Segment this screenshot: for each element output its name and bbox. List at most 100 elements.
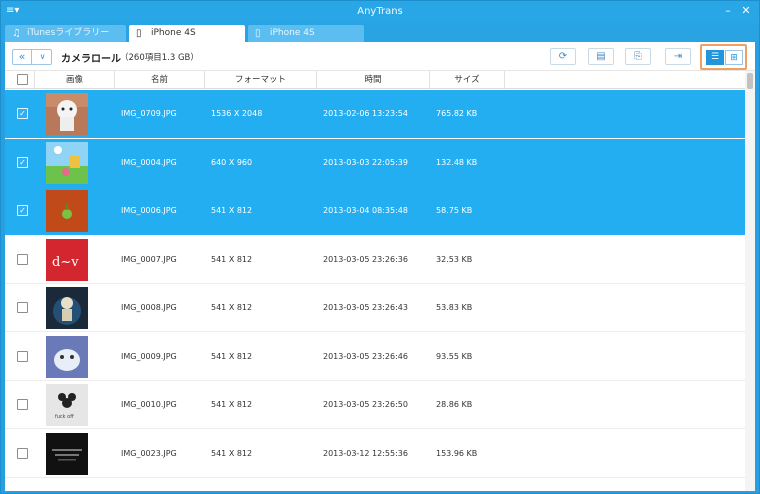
image-format: 541 X 812 <box>211 206 253 215</box>
file-name: IMG_0006.JPG <box>121 206 177 215</box>
column-header-time[interactable]: 時間 <box>317 71 430 89</box>
table-header: 画像 名前 フォーマット 時間 サイズ <box>5 71 755 89</box>
modified-time: 2013-03-04 08:35:48 <box>323 206 408 215</box>
grid-view-button[interactable]: ⊞ <box>725 50 743 65</box>
transfer-to-computer-button[interactable]: ⎘ <box>625 48 651 65</box>
window-title: AnyTrans <box>357 6 403 17</box>
photo-thumbnail[interactable] <box>46 190 88 232</box>
modified-time: 2013-03-05 23:26:36 <box>323 254 408 264</box>
photo-thumbnail[interactable]: fuck off <box>46 384 88 426</box>
checkbox-column-header <box>5 71 35 89</box>
photo-thumbnail[interactable] <box>46 93 88 135</box>
import-icon: ⇥ <box>673 51 683 62</box>
chevron-down-icon[interactable]: ∨ <box>33 50 52 64</box>
refresh-button[interactable]: ⟳ <box>550 48 576 65</box>
phone-icon: ▯ <box>255 28 261 39</box>
table-row[interactable]: ✓ IMG_0006.JPG 541 X 812 2013-03-04 08:35:4… <box>5 187 745 235</box>
vertical-scrollbar[interactable] <box>745 71 755 491</box>
table-row[interactable]: IMG_0008.JPG 541 X 812 2013-03-05 23:26:43… <box>5 284 745 332</box>
grid-icon: ⊞ <box>730 53 738 63</box>
file-size: 765.82 KB <box>436 109 478 118</box>
table-row[interactable]: ✓ IMG_0004.JPG 640 X 960 2013-03-03 22:05:3… <box>5 138 745 187</box>
image-format: 541 X 812 <box>211 400 253 409</box>
image-format: 541 X 812 <box>211 351 253 361</box>
file-size: 58.75 KB <box>436 206 473 215</box>
image-format: 541 X 812 <box>211 303 253 312</box>
table-row[interactable]: fuck off IMG_0010.JPG 541 X 812 2013-03-05 … <box>5 381 745 429</box>
file-name: IMG_0008.JPG <box>121 303 177 312</box>
column-header-format[interactable]: フォーマット <box>205 71 317 89</box>
photo-thumbnail[interactable]: d~v <box>46 238 88 281</box>
file-name: IMG_0010.JPG <box>121 400 177 409</box>
modified-time: 2013-03-05 23:26:43 <box>323 303 408 312</box>
file-size: 28.86 KB <box>436 400 473 409</box>
column-header-image[interactable]: 画像 <box>35 71 115 89</box>
file-size: 93.55 KB <box>436 351 473 361</box>
import-button[interactable]: ⇥ <box>665 48 691 65</box>
tab-itunes-library[interactable]: ♫ iTunesライブラリー <box>5 25 126 42</box>
file-name: IMG_0007.JPG <box>121 254 177 264</box>
list-icon: ☰ <box>710 52 720 62</box>
row-checkbox[interactable] <box>17 350 28 362</box>
table-row[interactable]: ✓ IMG_0709.JPG 1536 X 2048 2013-02-06 13:23… <box>5 90 745 138</box>
file-size: 32.53 KB <box>436 254 473 264</box>
app-window: ≡▾ AnyTrans – ✕ ♫ iTunesライブラリー ▯ iPhone … <box>0 0 760 494</box>
file-size: 132.48 KB <box>436 157 478 167</box>
device-tabs: ♫ iTunesライブラリー ▯ iPhone 4S ▯ iPhone 4S <box>1 23 759 42</box>
back-button[interactable]: « <box>13 50 32 64</box>
tab-label: iTunesライブラリー <box>27 28 110 38</box>
tab-iphone-4s-active[interactable]: ▯ iPhone 4S <box>129 25 245 42</box>
modified-time: 2013-02-06 13:23:54 <box>323 109 408 118</box>
photo-thumbnail[interactable] <box>46 141 88 184</box>
row-checkbox[interactable] <box>17 447 28 459</box>
image-format: 541 X 812 <box>211 448 253 458</box>
table-row[interactable]: d~v IMG_0007.JPG 541 X 812 2013-03-05 23:26… <box>5 235 745 284</box>
modified-time: 2013-03-05 23:26:50 <box>323 400 408 409</box>
main-content: « ∨ カメラロール （260項目1.3 GB） ⟳ ▤ ⎘ ⇥ ☰ ⊞ 画像 … <box>5 42 755 491</box>
file-size: 153.96 KB <box>436 448 478 458</box>
table-row[interactable]: IMG_0023.JPG 541 X 812 2013-03-12 12:55:36… <box>5 429 745 478</box>
photo-thumbnail[interactable] <box>46 335 88 378</box>
image-format: 640 X 960 <box>211 157 253 167</box>
scrollbar-thumb[interactable] <box>747 73 753 89</box>
file-size: 53.83 KB <box>436 303 473 312</box>
delete-button[interactable]: ▤ <box>588 48 614 65</box>
refresh-icon: ⟳ <box>558 51 568 62</box>
view-mode-toggle: ☰ ⊞ <box>700 44 747 70</box>
modified-time: 2013-03-03 22:05:39 <box>323 157 408 167</box>
row-checkbox[interactable] <box>17 253 28 265</box>
music-note-icon: ♫ <box>12 28 21 39</box>
svg-text:fuck off: fuck off <box>55 414 74 420</box>
title-bar: ≡▾ AnyTrans – ✕ <box>1 1 759 23</box>
row-checkbox[interactable]: ✓ <box>17 205 28 216</box>
table-row[interactable]: IMG_0009.JPG 541 X 812 2013-03-05 23:26:46… <box>5 332 745 381</box>
file-name: IMG_0004.JPG <box>121 157 177 167</box>
row-checkbox[interactable]: ✓ <box>17 156 28 168</box>
photo-thumbnail[interactable] <box>46 432 88 475</box>
navigation-buttons: « ∨ <box>12 49 52 65</box>
row-checkbox[interactable] <box>17 302 28 313</box>
modified-time: 2013-03-05 23:26:46 <box>323 351 408 361</box>
image-format: 541 X 812 <box>211 254 253 264</box>
tab-label: iPhone 4S <box>270 28 315 38</box>
toolbar: « ∨ カメラロール （260項目1.3 GB） ⟳ ▤ ⎘ ⇥ ☰ ⊞ <box>5 42 755 71</box>
file-name: IMG_0009.JPG <box>121 351 177 361</box>
column-header-size[interactable]: サイズ <box>430 71 505 89</box>
item-count: （260項目1.3 GB） <box>120 53 199 63</box>
column-header-name[interactable]: 名前 <box>115 71 205 89</box>
phone-icon: ▯ <box>136 28 142 39</box>
list-view-button[interactable]: ☰ <box>706 50 724 65</box>
close-icon[interactable]: ✕ <box>739 4 753 18</box>
tab-iphone-4s-second[interactable]: ▯ iPhone 4S <box>248 25 364 42</box>
trash-icon: ▤ <box>596 51 606 62</box>
row-checkbox[interactable]: ✓ <box>17 108 28 119</box>
svg-text:d~v: d~v <box>52 255 79 270</box>
modified-time: 2013-03-12 12:55:36 <box>323 448 408 458</box>
minimize-icon[interactable]: – <box>721 4 735 18</box>
row-checkbox[interactable] <box>17 399 28 410</box>
image-format: 1536 X 2048 <box>211 109 263 118</box>
transfer-to-computer-icon: ⎘ <box>634 51 642 62</box>
photo-thumbnail[interactable] <box>46 287 88 329</box>
tab-label: iPhone 4S <box>151 28 196 38</box>
file-name: IMG_0023.JPG <box>121 448 177 458</box>
